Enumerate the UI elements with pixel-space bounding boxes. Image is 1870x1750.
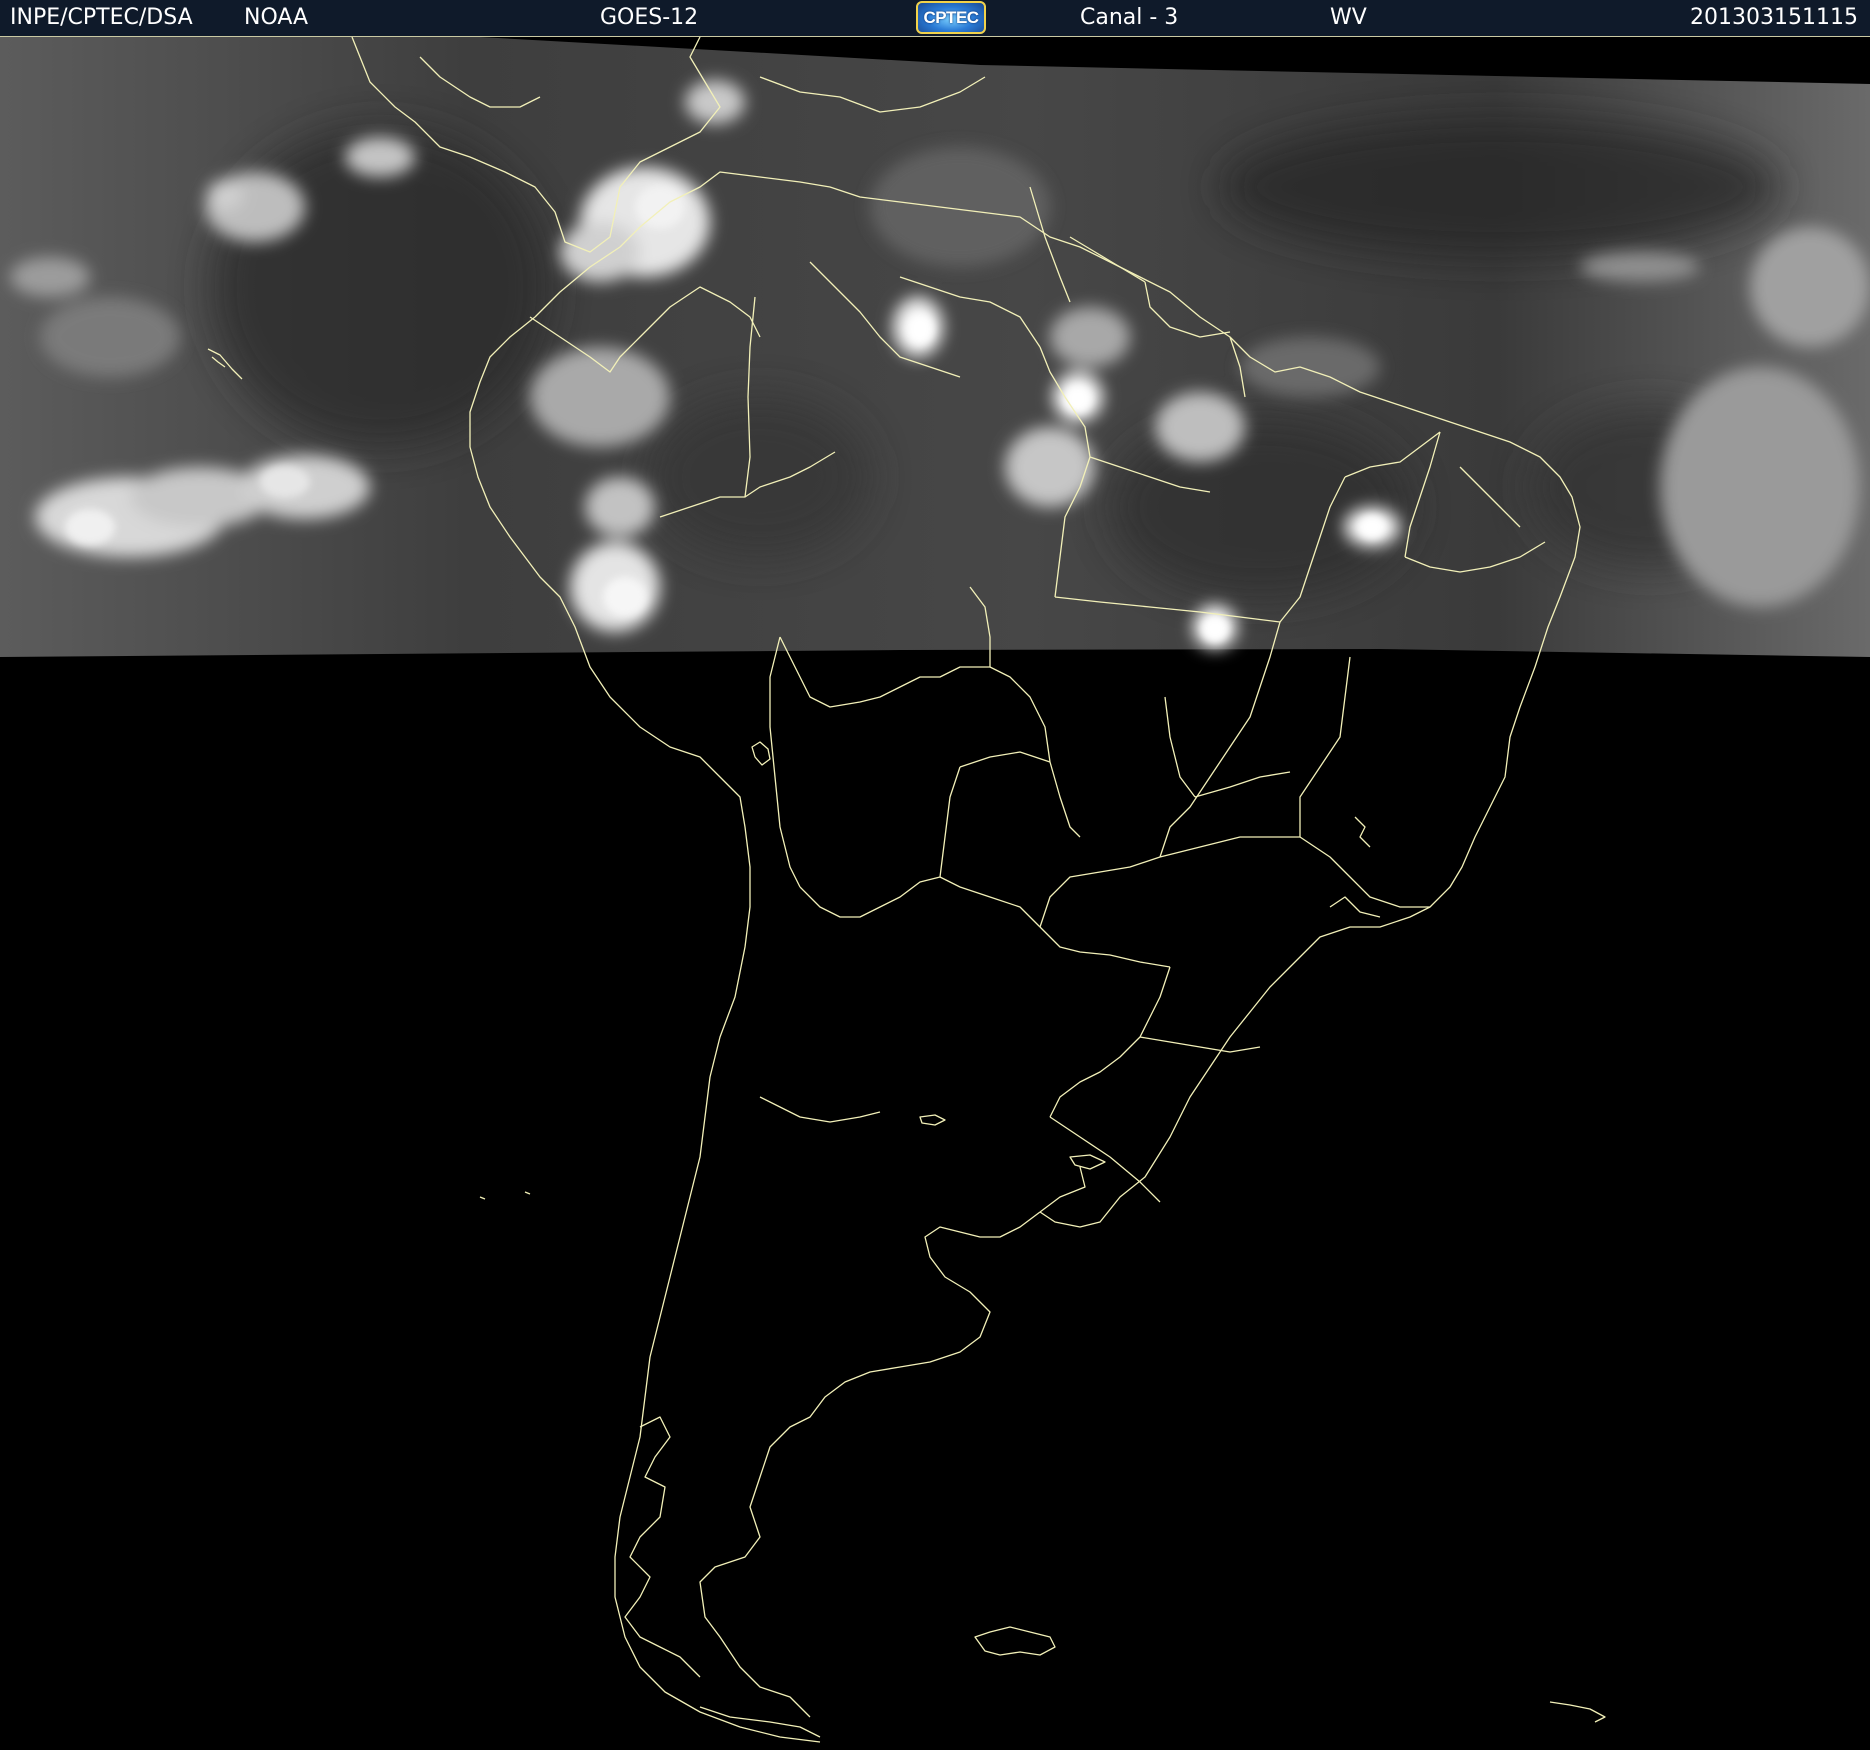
logo-text: CPTEC — [923, 7, 979, 27]
band-label: WV — [1330, 5, 1367, 30]
cptec-logo-icon: CPTEC — [916, 1, 986, 34]
satellite-image-page: INPE/CPTEC/DSA NOAA GOES-12 CPTEC Canal … — [0, 0, 1870, 1750]
agency-label: NOAA — [244, 5, 309, 30]
satellite-map — [0, 37, 1870, 1750]
water-vapour-band — [0, 37, 1870, 657]
satellite-label: GOES-12 — [600, 5, 699, 30]
map-svg — [0, 37, 1870, 1743]
timestamp-label: 201303151115 — [1690, 5, 1858, 30]
institution-label: INPE/CPTEC/DSA — [10, 5, 193, 30]
channel-label: Canal - 3 — [1080, 5, 1179, 30]
image-header-bar: INPE/CPTEC/DSA NOAA GOES-12 CPTEC Canal … — [0, 0, 1870, 37]
